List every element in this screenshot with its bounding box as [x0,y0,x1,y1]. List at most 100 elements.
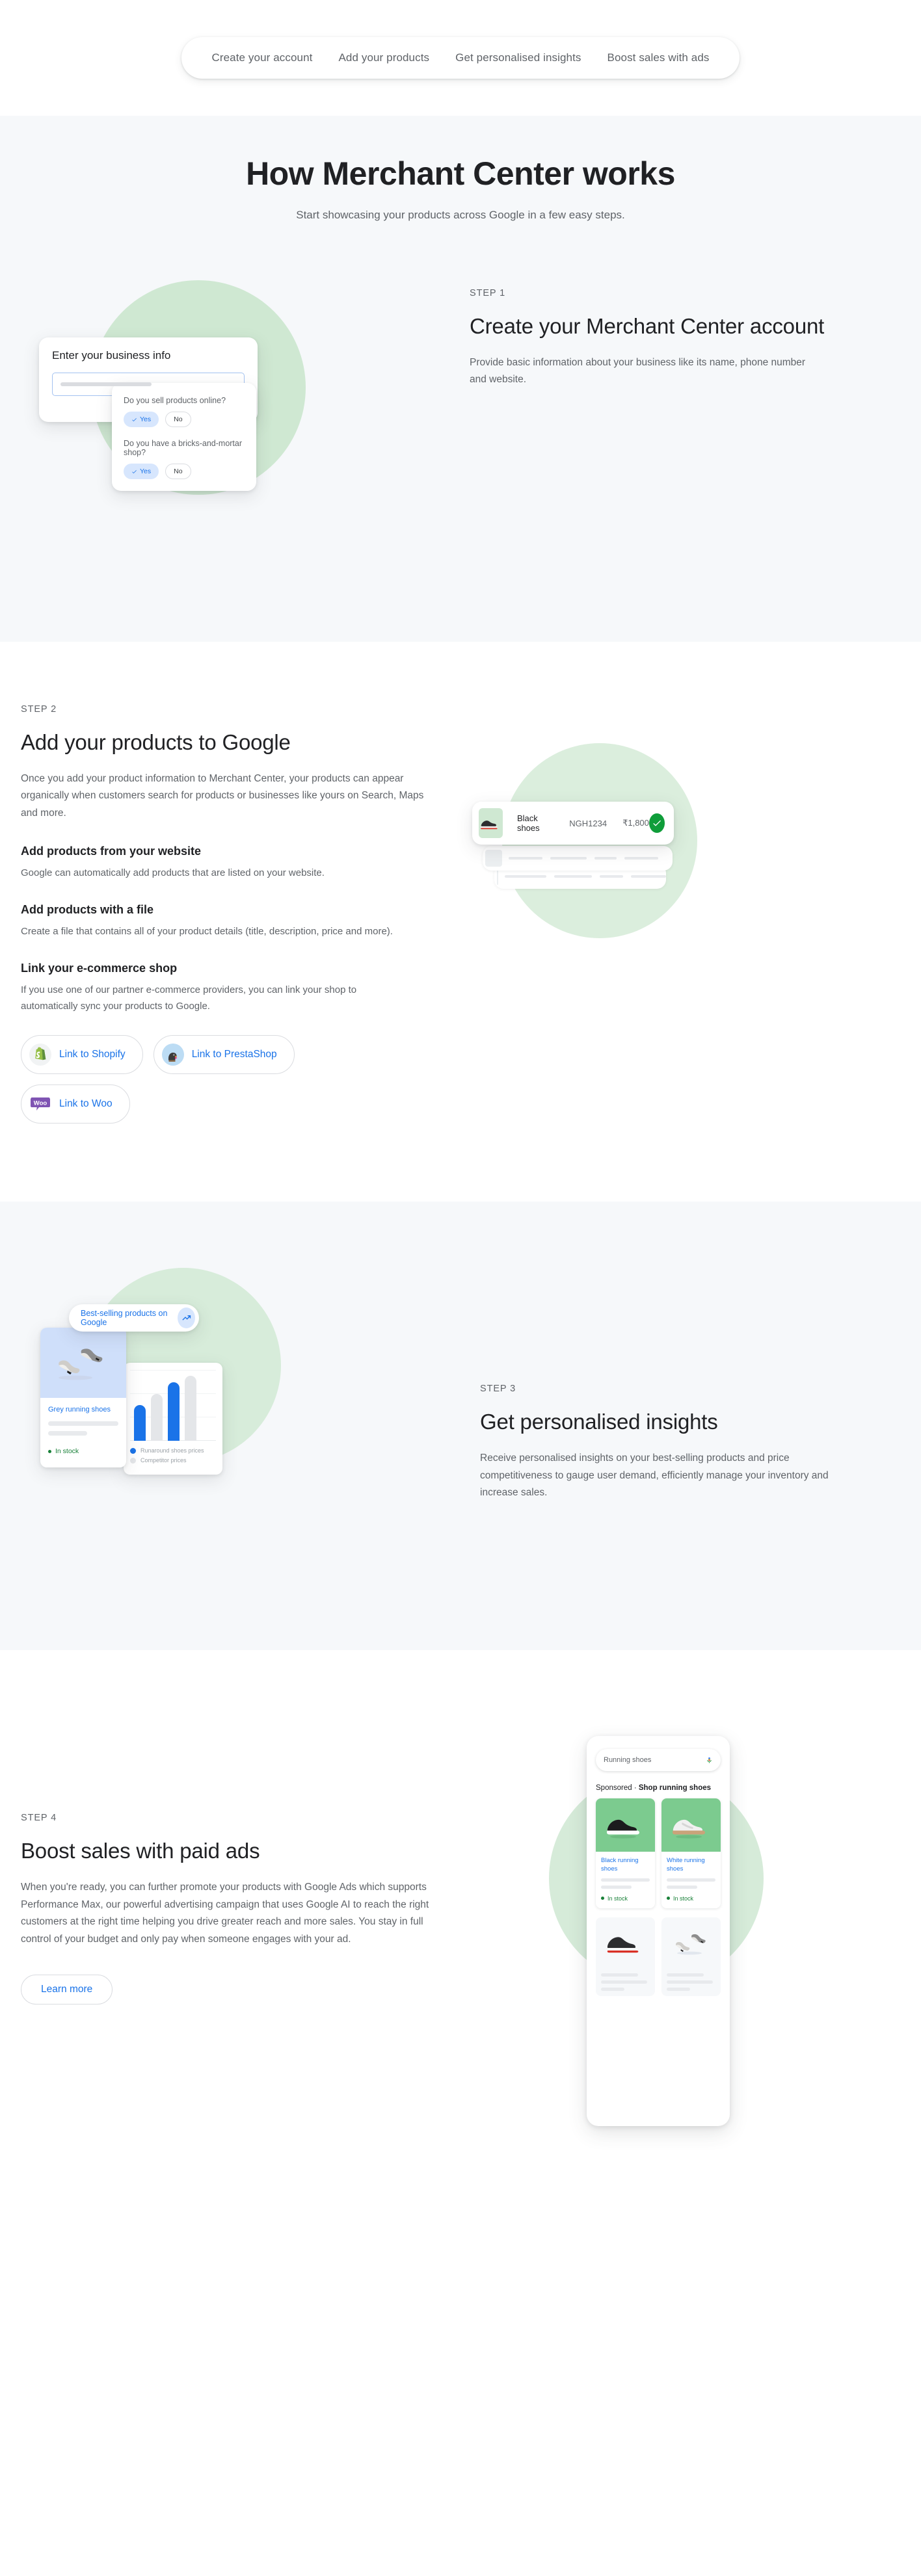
step-4-body: When you're ready, you can further promo… [21,1881,429,1945]
link-to-woo-button[interactable]: Woo Link to Woo [21,1084,130,1124]
hero-block: How Merchant Center works Start showcasi… [0,116,921,222]
step-4-eyebrow: STEP 4 [21,1813,57,1824]
subsection-file-title: Add products with a file [21,902,154,916]
grey-running-shoes-image [59,1348,103,1380]
chart-plot-area [130,1370,216,1441]
nav-item-create-your-account[interactable]: Create your account [198,46,325,70]
top-navigation-bar: Create your account Add your products Ge… [0,0,921,116]
sell-online-yes-option[interactable]: Yes [124,412,159,427]
check-icon [132,469,137,473]
black-shoe-image [480,821,498,830]
subsection-website-title: Add products from your website [21,844,202,858]
white-running-shoe-image [672,1820,705,1839]
placeholder-lines [509,857,658,860]
placeholder-line [48,1421,118,1426]
link-to-prestashop-button[interactable]: Link to PrestaShop [153,1035,295,1075]
best-selling-badge-label: Best-selling products on Google [81,1309,168,1328]
subsection-ecommerce-body: If you use one of our partner e-commerce… [21,984,357,1012]
bricks-mortar-yes-label: Yes [140,467,152,475]
phone-mockup: Running shoes Sponsored · Shop running s… [587,1736,730,2127]
product-price: ₹1,800 [622,818,649,828]
step-2-illustration: Black shoes NGH1234 ₹1,800 [468,743,898,1016]
prestashop-icon [161,1044,184,1066]
product-card-body [596,1968,655,1996]
product-image [596,1798,655,1852]
sponsored-product-grid: Black running shoes In stock White runni… [587,1792,730,1908]
organic-product-card[interactable] [596,1917,655,1996]
microphone-icon[interactable] [706,1755,713,1766]
section-step-1: How Merchant Center works Start showcasi… [0,116,921,642]
svg-text:Woo: Woo [34,1100,47,1107]
status-dot-icon [48,1449,51,1453]
subsection-website-body: Google can automatically add products th… [21,867,325,878]
placeholder-line [667,1885,697,1889]
question-bricks-mortar-options: Yes No [124,464,245,479]
price-comparison-chart-card: Runaround shoes prices Competitor prices [124,1363,222,1475]
business-questions-card: Do you sell products online? Yes No Do y… [112,383,256,491]
stock-status: In stock [667,1895,715,1902]
check-icon [132,417,137,421]
woocommerce-icon: Woo [29,1093,51,1115]
hero-subtitle: Start showcasing your products across Go… [296,209,625,221]
section-step-4: STEP 4 Boost sales with paid ads When yo… [0,1650,921,2197]
chart-bar [151,1394,163,1441]
placeholder-line [667,1980,713,1984]
placeholder-line [600,875,623,878]
step-3-title: Get personalised insights [480,1410,718,1434]
search-query-value: Running shoes [604,1756,652,1765]
placeholder-line [554,875,592,878]
organic-product-card[interactable] [661,1917,721,1996]
product-card-body: Grey running shoes In stock [40,1398,126,1464]
best-seller-product-card: Grey running shoes In stock [40,1328,126,1468]
product-image [40,1328,126,1399]
sponsored-label: Sponsored [596,1784,632,1793]
legend-swatch-blue [130,1447,136,1454]
legend-item-runaround: Runaround shoes prices [130,1447,216,1454]
placeholder-line [667,1987,690,1991]
link-to-woo-label: Link to Woo [59,1098,113,1110]
product-card-title: Grey running shoes [48,1406,111,1414]
nav-item-boost-sales-with-ads[interactable]: Boost sales with ads [594,46,723,70]
placeholder-line [48,1431,88,1436]
grey-running-shoes-pair-image [675,1934,706,1955]
legend-label-competitor: Competitor prices [140,1457,187,1464]
sponsored-product-card[interactable]: White running shoes In stock [661,1798,721,1908]
link-to-shopify-button[interactable]: Link to Shopify [21,1035,143,1075]
placeholder-line [601,1885,632,1889]
step-3-eyebrow: STEP 3 [480,1384,516,1395]
link-to-shopify-label: Link to Shopify [59,1049,126,1060]
placeholder-line [509,857,542,860]
sponsored-header: Sponsored · Shop running shoes [596,1784,730,1792]
section-step-2: STEP 2 Add your products to Google Once … [0,642,921,1202]
nav-item-get-personalised-insights[interactable]: Get personalised insights [442,46,594,70]
search-input[interactable]: Running shoes [596,1749,721,1772]
placeholder-thumbnail [485,850,502,867]
placeholder-lines [505,875,666,878]
product-card-title: Black running shoes [601,1857,639,1873]
step-2-body: Once you add your product information to… [21,772,424,819]
placeholder-line [505,875,546,878]
sponsored-product-card[interactable]: Black running shoes In stock [596,1798,655,1908]
status-dot-icon [601,1897,604,1900]
legend-label-runaround: Runaround shoes prices [140,1447,204,1454]
product-sku: NGH1234 [569,818,607,828]
sell-online-no-option[interactable]: No [165,412,191,427]
product-row-placeholder-1 [483,846,673,871]
step-4-title: Boost sales with paid ads [21,1839,260,1863]
status-dot-icon [667,1897,670,1900]
product-name: Black shoes [516,813,540,833]
product-image [596,1917,655,1968]
question-sell-online-options: Yes No [124,412,245,427]
sponsored-separator: · [632,1784,639,1793]
nav-item-add-your-products[interactable]: Add your products [325,46,442,70]
bricks-mortar-no-option[interactable]: No [165,464,191,479]
placeholder-line [601,1987,624,1991]
learn-more-button[interactable]: Learn more [21,1974,113,2004]
placeholder-line [601,1878,650,1882]
bricks-mortar-yes-option[interactable]: Yes [124,464,159,479]
subsection-ecommerce-title: Link your e-commerce shop [21,961,178,975]
chart-bar [168,1382,180,1441]
trending-up-icon [178,1308,195,1329]
placeholder-line [550,857,587,860]
stock-status-label: In stock [673,1895,694,1902]
